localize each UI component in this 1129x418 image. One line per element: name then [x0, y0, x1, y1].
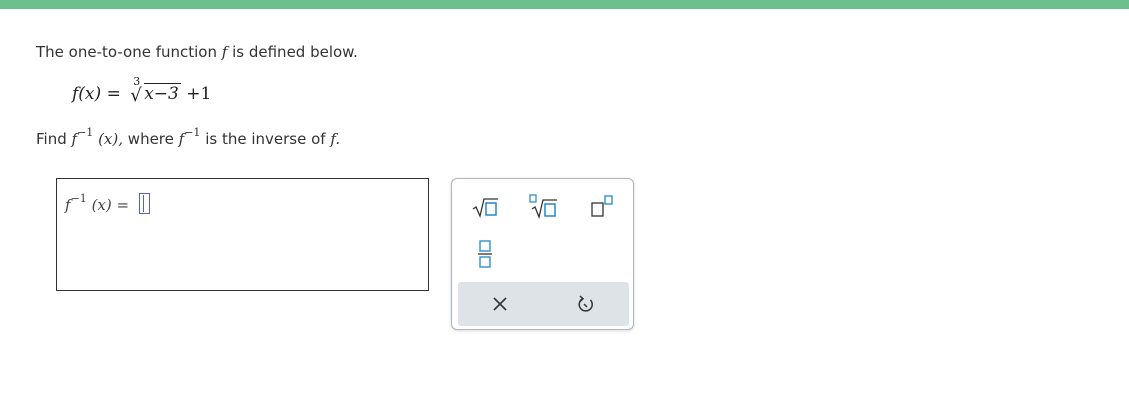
inverse-text: is the inverse of — [205, 130, 326, 148]
find-prefix: Find — [36, 130, 67, 148]
inverse-func: f. — [330, 130, 341, 148]
undo-icon — [578, 295, 593, 312]
intro-text: The one-to-one function — [36, 43, 217, 61]
where-text: where — [127, 130, 174, 148]
square-root-icon — [472, 198, 498, 218]
superscript-icon — [591, 195, 613, 217]
answer-cursor-box[interactable] — [138, 193, 150, 214]
answer-equals: = — [116, 196, 130, 214]
clear-button[interactable] — [484, 290, 516, 318]
answer-func: f — [65, 196, 71, 214]
top-accent-bar — [0, 0, 1129, 9]
cube-root: 3 √ x−3 — [130, 75, 181, 106]
intro-func: f — [221, 43, 228, 61]
radical-sign-icon: √ — [130, 85, 142, 106]
math-tool-palette — [451, 178, 634, 330]
problem-intro: The one-to-one function f is defined bel… — [36, 43, 358, 61]
tool-action-bar — [458, 282, 629, 326]
where-exponent: −1 — [184, 126, 201, 139]
formula-tail: +1 — [186, 84, 212, 104]
answer-expression: f−1 (x) = — [65, 192, 150, 216]
answer-arg: (x) — [91, 196, 112, 214]
undo-button[interactable] — [570, 290, 602, 318]
radicand: x−3 — [144, 83, 181, 104]
nth-root-icon — [529, 194, 557, 219]
answer-input-area[interactable]: f−1 (x) = — [56, 178, 429, 291]
nth-root-button[interactable] — [526, 191, 560, 221]
square-root-button[interactable] — [468, 193, 502, 221]
clear-x-icon — [493, 297, 507, 311]
formula-lhs: f(x) — [72, 84, 102, 104]
fraction-icon — [478, 240, 492, 268]
function-definition: f(x) = 3 √ x−3 +1 — [72, 75, 212, 106]
superscript-button[interactable] — [586, 191, 618, 221]
fraction-button[interactable] — [470, 237, 500, 271]
find-arg: (x), — [98, 130, 124, 148]
find-instruction: Find f−1 (x), where f−1 is the inverse o… — [36, 126, 341, 148]
formula-equals: = — [106, 84, 121, 104]
find-exponent: −1 — [77, 126, 94, 139]
intro-suffix: is defined below. — [232, 43, 358, 61]
answer-exponent: −1 — [70, 192, 87, 205]
